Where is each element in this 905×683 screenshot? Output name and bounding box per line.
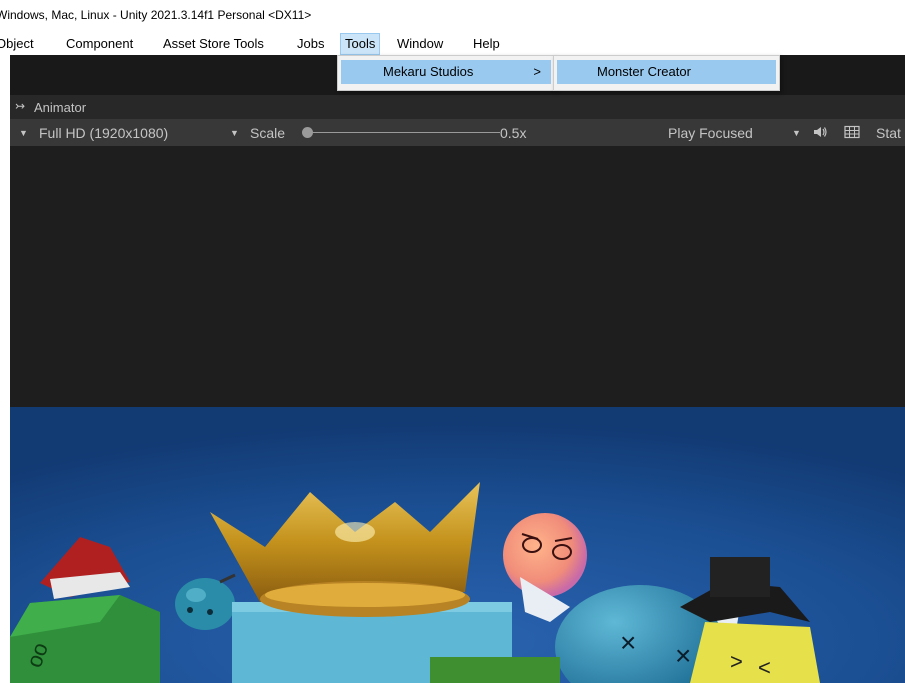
display-dropdown-caret-icon[interactable]: ▼ xyxy=(19,128,28,138)
menu-help[interactable]: Help xyxy=(469,34,504,54)
svg-text:×: × xyxy=(675,640,691,671)
mekaru-studios-label: Mekaru Studios xyxy=(383,64,474,79)
svg-text:×: × xyxy=(620,627,636,658)
svg-text:<: < xyxy=(758,655,771,680)
menu-component[interactable]: Component xyxy=(62,34,137,54)
keyboard-shortcuts-icon[interactable] xyxy=(844,125,860,139)
animator-tab-header[interactable]: ↣ Animator xyxy=(10,95,905,119)
animator-icon: ↣ xyxy=(15,99,26,113)
window-edge xyxy=(0,55,10,683)
window-title: Windows, Mac, Linux - Unity 2021.3.14f1 … xyxy=(0,8,312,22)
tools-dropdown: Mekaru Studios > xyxy=(337,55,555,91)
animator-tab-label: Animator xyxy=(34,100,87,115)
menu-window[interactable]: Window xyxy=(393,34,447,54)
stats-button[interactable]: Stat xyxy=(876,125,901,141)
game-toolbar: ▼ Full HD (1920x1080) ▼ Scale 0.5x Play … xyxy=(10,119,905,147)
menu-item-monster-creator[interactable]: Monster Creator xyxy=(557,60,776,84)
menu-tools[interactable]: Tools xyxy=(340,33,381,55)
scale-slider-thumb[interactable] xyxy=(302,127,313,138)
resolution-dropdown[interactable]: Full HD (1920x1080) xyxy=(39,125,168,141)
green-block-grass xyxy=(430,657,560,683)
menu-bar: Object Component Asset Store Tools Jobs … xyxy=(0,30,905,55)
svg-text:>: > xyxy=(730,649,743,674)
monster-creator-label: Monster Creator xyxy=(597,64,691,79)
title-bar: Windows, Mac, Linux - Unity 2021.3.14f1 … xyxy=(0,0,905,30)
mekaru-studios-submenu: Monster Creator xyxy=(553,55,780,91)
resolution-caret-icon[interactable]: ▼ xyxy=(230,128,239,138)
menu-asset-store-tools[interactable]: Asset Store Tools xyxy=(159,34,268,54)
play-mode-dropdown[interactable]: Play Focused xyxy=(668,125,753,141)
play-mode-caret-icon[interactable]: ▼ xyxy=(792,128,801,138)
chevron-right-icon: > xyxy=(533,64,541,79)
menu-object[interactable]: Object xyxy=(0,34,38,54)
menu-jobs[interactable]: Jobs xyxy=(293,34,328,54)
pink-angry-monster xyxy=(503,513,587,597)
scale-slider-track[interactable] xyxy=(312,132,500,133)
game-view-render: oo × × > < xyxy=(10,407,905,683)
scale-value: 0.5x xyxy=(500,125,527,141)
mute-audio-icon[interactable] xyxy=(813,126,827,138)
scene-illustration: oo × × > < xyxy=(10,407,905,683)
game-view-empty xyxy=(10,146,905,407)
scale-label: Scale xyxy=(250,125,286,141)
menu-item-mekaru-studios[interactable]: Mekaru Studios > xyxy=(341,60,551,84)
